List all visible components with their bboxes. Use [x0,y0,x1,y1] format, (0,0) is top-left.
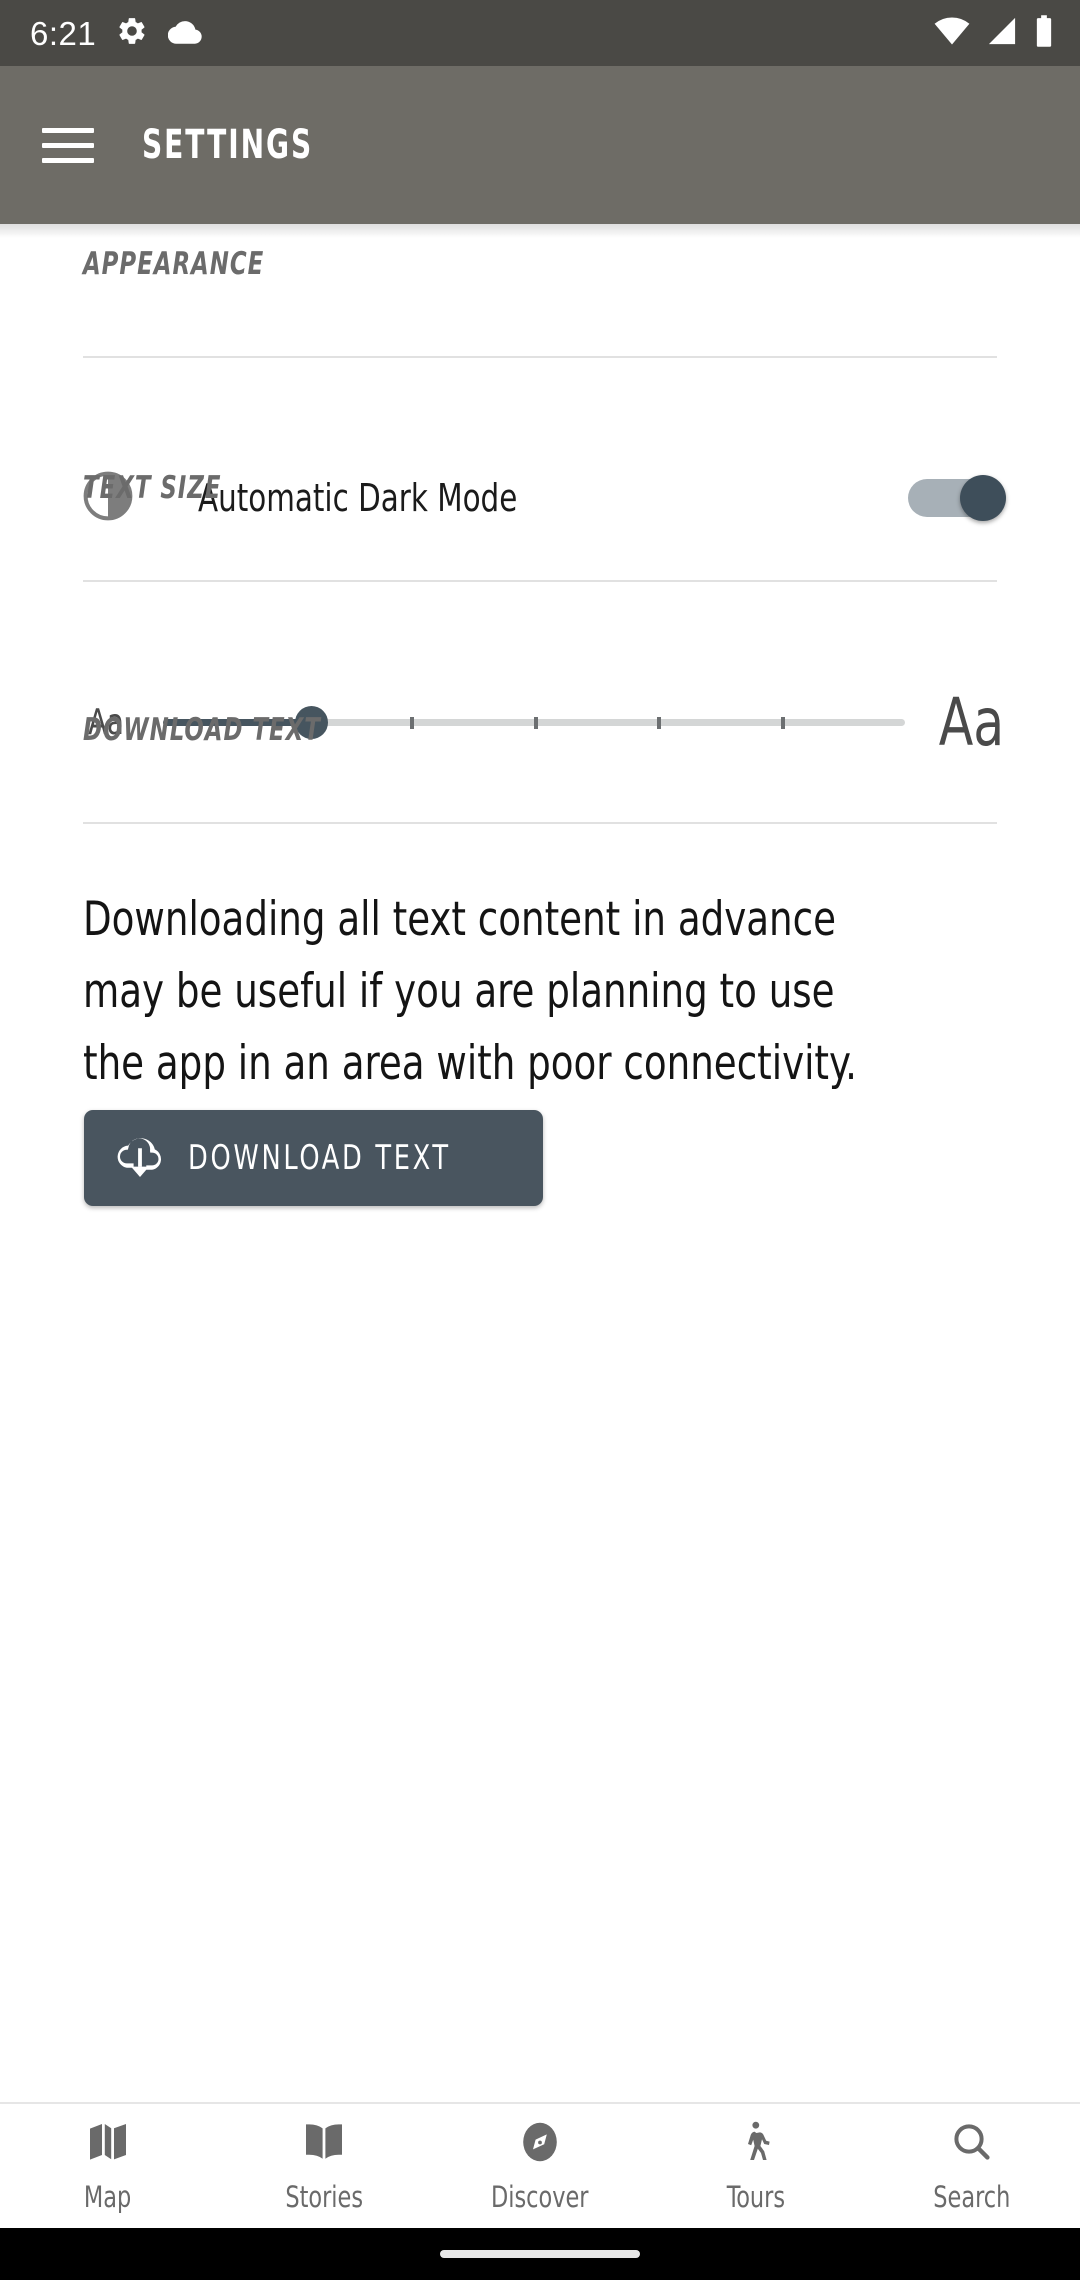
section-divider-text-size [83,580,997,582]
download-text-description: Downloading all text content in advance … [83,892,857,1091]
nav-label-stories: Stories [285,2180,363,2214]
nav-label-map: Map [84,2180,132,2214]
nav-item-stories[interactable]: Stories [216,2104,432,2228]
download-text-button[interactable]: DOWNLOAD TEXT [84,1110,543,1206]
nav-item-map[interactable]: Map [0,2104,216,2228]
gesture-pill[interactable] [440,2250,640,2258]
slider-tick [781,717,786,729]
setting-label-automatic-dark-mode: Automatic Dark Mode [198,476,518,520]
nav-item-search[interactable]: Search [864,2104,1080,2228]
section-divider-download-text [83,822,997,824]
app-screen: 6:21 SETTINGS APPEARANCE Automatic Dark … [0,0,1080,2280]
cloud-download-icon [114,1133,166,1184]
hamburger-bar [42,142,94,148]
gear-icon [116,15,148,52]
wifi-icon [934,16,970,51]
nav-label-discover: Discover [491,2180,589,2214]
hamburger-bar [42,127,94,133]
automatic-dark-mode-toggle[interactable] [908,475,1006,521]
section-divider-appearance [83,356,997,358]
status-bar-clock: 6:21 [30,14,97,52]
slider-tick [410,717,415,729]
text-size-large-label: Aa [938,683,1005,761]
toggle-thumb [960,475,1006,521]
nav-item-discover[interactable]: Discover [432,2104,648,2228]
section-header-text-size: TEXT SIZE [83,470,222,506]
section-header-download-text: DOWNLOAD TEXT [83,712,321,748]
settings-content: APPEARANCE Automatic Dark Mode TEXT SIZE… [0,224,1080,2102]
status-bar: 6:21 [0,0,1080,66]
nav-label-tours: Tours [726,2180,786,2214]
open-book-icon [300,2118,348,2171]
page-title: SETTINGS [142,122,314,168]
gesture-navigation-bar [0,2228,1080,2280]
nav-label-search: Search [933,2180,1011,2214]
section-header-appearance: APPEARANCE [83,246,265,282]
slider-tick [657,717,662,729]
status-bar-right [934,14,1054,52]
cellular-signal-icon [986,16,1018,51]
app-bar: SETTINGS [0,66,1080,238]
slider-tick [534,717,538,729]
search-icon [948,2118,996,2171]
walking-person-icon [732,2118,780,2171]
compass-icon [516,2118,564,2171]
hamburger-bar [42,157,94,163]
map-icon [84,2118,132,2171]
bottom-navigation-bar: Map Stories Discover Tours Search [0,2102,1080,2228]
hamburger-menu-icon[interactable] [42,117,98,173]
battery-icon [1034,14,1054,52]
nav-item-tours[interactable]: Tours [648,2104,864,2228]
status-bar-left: 6:21 [30,15,202,52]
download-text-button-label: DOWNLOAD TEXT [188,1138,451,1178]
cloud-icon [168,18,202,49]
